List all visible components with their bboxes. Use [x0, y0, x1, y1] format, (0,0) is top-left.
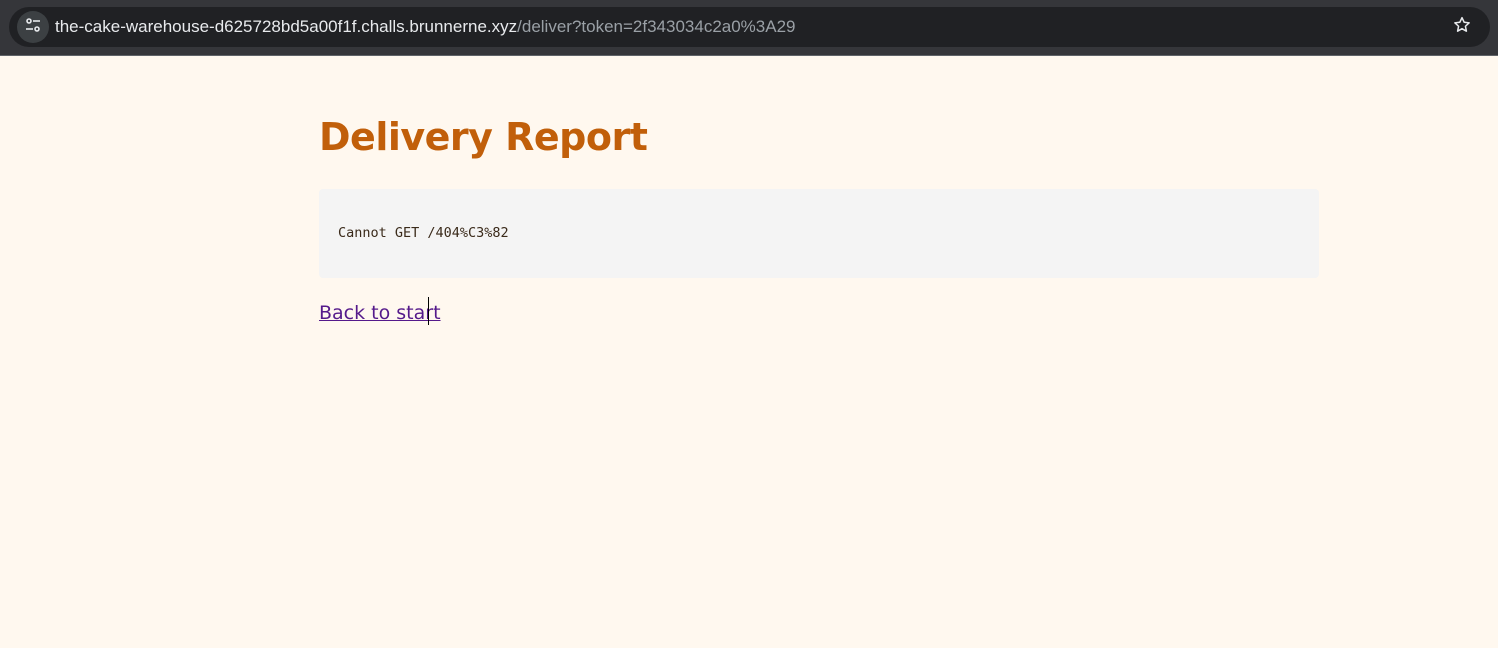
report-message: Cannot GET /404%C3%82: [338, 225, 509, 241]
address-bar[interactable]: the-cake-warehouse-d625728bd5a00f1f.chal…: [9, 7, 1490, 47]
back-to-start-link[interactable]: Back to start: [319, 301, 441, 325]
tune-icon: [24, 16, 42, 39]
page-viewport: Delivery Report Cannot GET /404%C3%82 Ba…: [0, 57, 1498, 648]
browser-toolbar: the-cake-warehouse-d625728bd5a00f1f.chal…: [0, 0, 1498, 56]
page-title: Delivery Report: [319, 115, 648, 159]
url-host: the-cake-warehouse-d625728bd5a00f1f.chal…: [55, 17, 518, 36]
report-box: Cannot GET /404%C3%82: [319, 189, 1319, 278]
url-text[interactable]: the-cake-warehouse-d625728bd5a00f1f.chal…: [55, 17, 796, 37]
url-path: /deliver?token=2f343034c2a0%3A29: [517, 17, 796, 36]
site-info-button[interactable]: [17, 11, 49, 43]
text-cursor: [428, 297, 429, 325]
star-outline-icon: [1452, 15, 1472, 40]
bookmark-button[interactable]: [1450, 15, 1474, 39]
